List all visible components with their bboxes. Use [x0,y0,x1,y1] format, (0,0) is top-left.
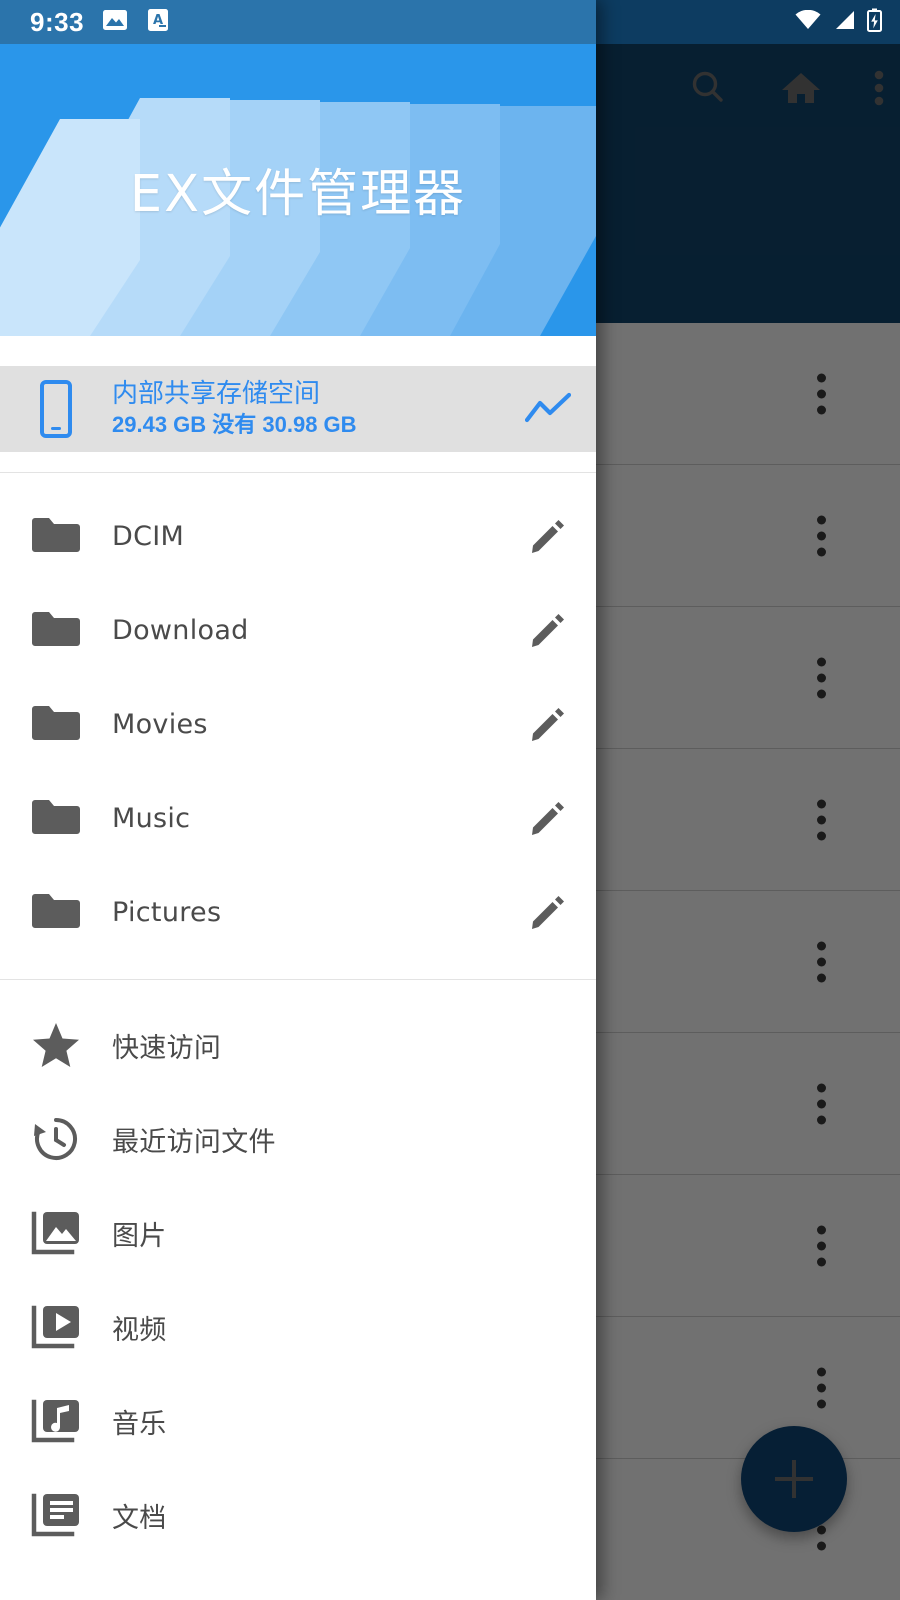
drawer-item-label: 视频 [112,1314,167,1346]
drawer-item-documents[interactable]: 文档 [0,1468,596,1562]
history-icon [0,1114,112,1164]
drawer-item-dcim[interactable]: DCIM [0,489,596,583]
image-notification-icon [102,7,128,38]
drawer-item-photos[interactable]: 图片 [0,1186,596,1280]
smartphone-icon [0,380,112,438]
storage-text-block: 内部共享存储空间 29.43 GB 没有 30.98 GB [112,377,500,440]
drawer-item-pictures[interactable]: Pictures [0,865,596,959]
drawer-item-label: 最近访问文件 [112,1126,276,1158]
translate-notification-icon: A [146,7,170,38]
storage-subtitle: 29.43 GB 没有 30.98 GB [112,411,357,437]
drawer-item-label: DCIM [112,520,185,552]
pencil-icon[interactable] [500,705,596,743]
video-library-icon [0,1304,112,1350]
drawer-item-label: 快速访问 [112,1032,222,1064]
wifi-icon [795,9,821,35]
status-bar-right-icons [795,0,882,44]
drawer-content: 内部共享存储空间 29.43 GB 没有 30.98 GB DCIM Downl… [0,366,596,1562]
drawer-item-download[interactable]: Download [0,583,596,677]
star-icon [0,1021,112,1069]
storage-item-internal-shared[interactable]: 内部共享存储空间 29.43 GB 没有 30.98 GB [0,366,596,452]
drawer-item-movies[interactable]: Movies [0,677,596,771]
drawer-header-banner: EX文件管理器 [0,44,596,336]
cellular-signal-icon [833,10,855,35]
folder-icon [0,891,112,933]
drawer-status-bar: 9:33 A [0,0,596,44]
drawer-item-label: Pictures [112,896,222,928]
pencil-icon[interactable] [500,799,596,837]
drawer-item-music[interactable]: 音乐 [0,1374,596,1468]
phone-screen: os [0,0,900,1600]
status-bar-clock: 9:33 [30,6,85,37]
drawer-item-music-folder[interactable]: Music [0,771,596,865]
drawer-item-label: Download [112,614,249,646]
trending-up-icon[interactable] [500,392,596,426]
music-library-icon [0,1398,112,1444]
drawer-item-recent-files[interactable]: 最近访问文件 [0,1092,596,1186]
drawer-item-label: 图片 [112,1220,167,1252]
drawer-item-label: 文档 [112,1502,167,1534]
drawer-item-label: Movies [112,708,208,740]
pencil-icon[interactable] [500,611,596,649]
navigation-drawer: 9:33 A EX文件管理器 内部共享存储空间 29.43 GB 没有 30.9… [0,0,596,1600]
pencil-icon[interactable] [500,517,596,555]
drawer-item-label: Music [112,802,191,834]
drawer-item-videos[interactable]: 视频 [0,1280,596,1374]
folder-icon [0,703,112,745]
folder-icon [0,609,112,651]
document-library-icon [0,1492,112,1538]
folder-icon [0,515,112,557]
drawer-item-quick-access[interactable]: 快速访问 [0,998,596,1092]
folder-icon [0,797,112,839]
app-title: EX文件管理器 [129,165,467,224]
drawer-item-label: 音乐 [112,1408,167,1440]
storage-title: 内部共享存储空间 [112,378,321,409]
photo-library-icon [0,1210,112,1256]
battery-charging-icon [867,8,882,37]
pencil-icon[interactable] [500,893,596,931]
